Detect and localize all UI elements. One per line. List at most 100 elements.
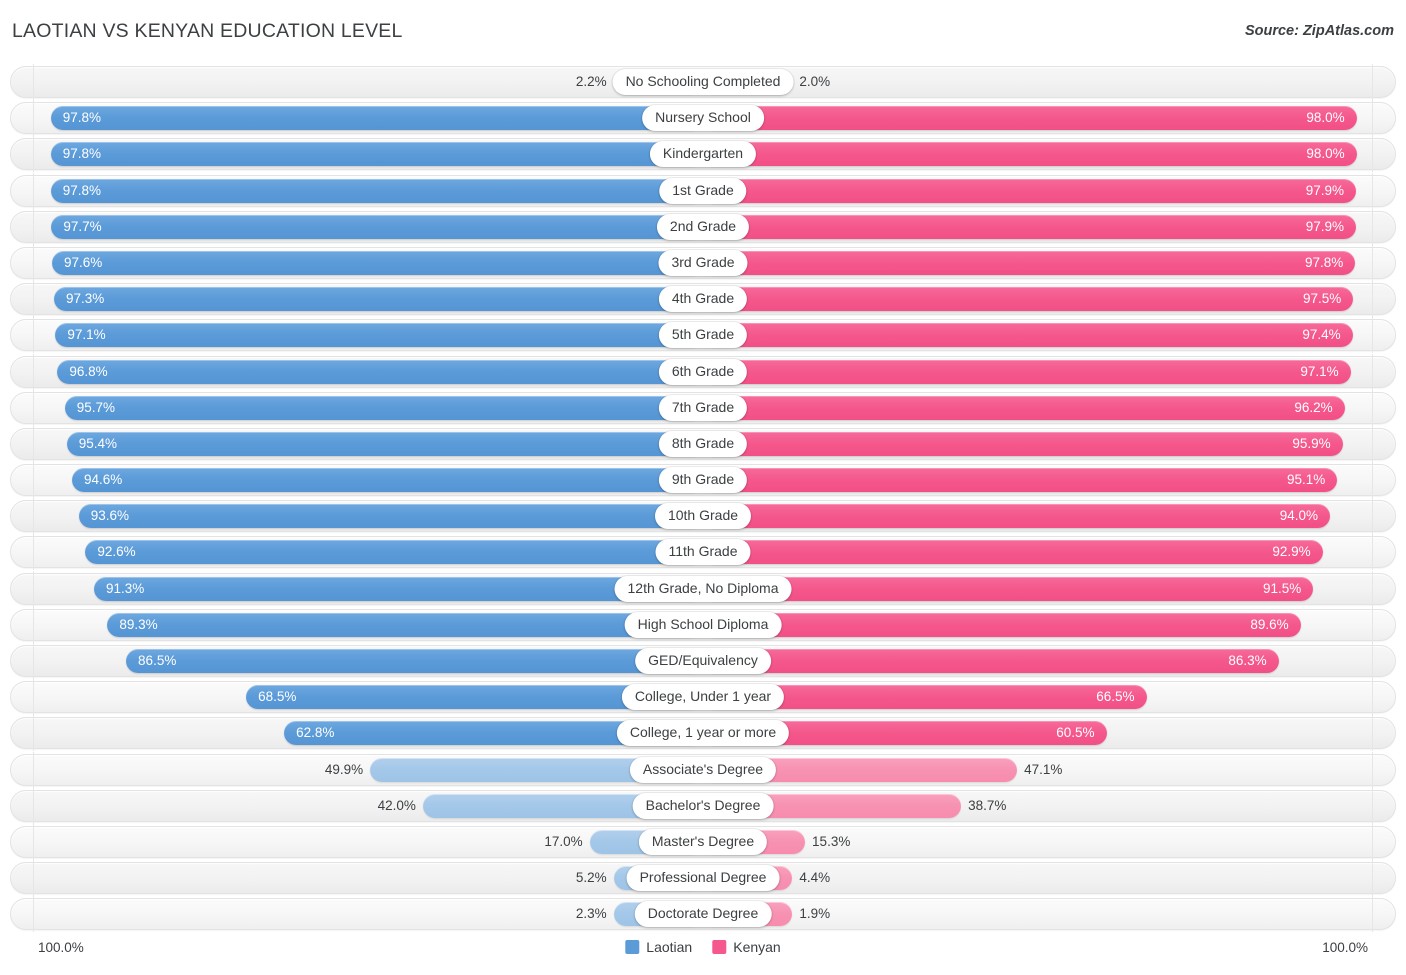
bar-row[interactable]: 97.6% 97.8% 3rd Grade — [0, 244, 1406, 281]
kenyan-bar[interactable] — [703, 649, 1279, 673]
category-label[interactable]: No Schooling Completed — [612, 69, 794, 95]
kenyan-bar[interactable] — [703, 250, 1356, 275]
category-label[interactable]: 8th Grade — [658, 430, 748, 457]
kenyan-bar[interactable] — [703, 359, 1351, 384]
category-label[interactable]: 12th Grade, No Diploma — [614, 575, 792, 602]
kenyan-bar[interactable] — [703, 287, 1354, 312]
legend-item-laotian[interactable]: Laotian — [625, 939, 692, 955]
category-label[interactable]: Doctorate Degree — [634, 901, 772, 928]
laotian-bar[interactable] — [55, 323, 703, 348]
laotian-bar[interactable] — [52, 250, 703, 275]
kenyan-bar[interactable] — [703, 468, 1338, 493]
kenyan-bar[interactable] — [703, 540, 1323, 565]
category-label[interactable]: 4th Grade — [658, 286, 748, 313]
kenyan-bar[interactable] — [703, 504, 1330, 529]
category-label[interactable]: 10th Grade — [654, 503, 752, 530]
category-label[interactable]: Bachelor's Degree — [632, 792, 774, 819]
bar-row[interactable]: 97.7% 97.9% 2nd Grade — [0, 208, 1406, 245]
guide-line-right — [1372, 787, 1373, 824]
laotian-bar[interactable] — [50, 142, 703, 167]
laotian-bar[interactable] — [50, 106, 703, 131]
category-label[interactable]: College, 1 year or more — [616, 720, 790, 747]
laotian-bar-wrap: 97.7% — [51, 211, 703, 243]
kenyan-bar[interactable] — [703, 395, 1345, 420]
bar-row[interactable]: 62.8% 60.5% College, 1 year or more — [0, 715, 1406, 752]
bar-row[interactable]: 97.8% 98.0% Nursery School — [0, 100, 1406, 137]
category-label[interactable]: 9th Grade — [658, 467, 748, 494]
category-label[interactable]: 2nd Grade — [656, 213, 750, 240]
laotian-bar[interactable] — [50, 178, 703, 203]
laotian-bar[interactable] — [107, 612, 703, 637]
bar-row[interactable]: 86.5% 86.3% GED/Equivalency — [0, 643, 1406, 679]
kenyan-bar[interactable] — [703, 576, 1314, 601]
kenyan-bar[interactable] — [703, 431, 1343, 456]
category-label[interactable]: 6th Grade — [658, 358, 748, 385]
laotian-bar[interactable] — [57, 359, 703, 384]
category-label[interactable]: 5th Grade — [658, 322, 748, 349]
guide-line-left — [33, 281, 34, 318]
bar-row[interactable]: 94.6% 95.1% 9th Grade — [0, 462, 1406, 499]
kenyan-bar[interactable] — [703, 142, 1357, 167]
bar-row[interactable]: 97.8% 97.9% 1st Grade — [0, 172, 1406, 209]
bar-row[interactable]: 95.7% 96.2% 7th Grade — [0, 389, 1406, 426]
laotian-bar[interactable] — [64, 395, 703, 420]
bar-row[interactable]: 96.8% 97.1% 6th Grade — [0, 353, 1406, 390]
bar-row[interactable]: 5.2% 4.4% Professional Degree — [0, 860, 1406, 897]
bar-row[interactable]: 93.6% 94.0% 10th Grade — [0, 498, 1406, 535]
category-label[interactable]: Master's Degree — [638, 828, 768, 855]
laotian-bar-wrap: 94.6% — [72, 464, 703, 496]
kenyan-bar[interactable] — [703, 323, 1353, 348]
category-label[interactable]: GED/Equivalency — [635, 648, 771, 674]
category-label[interactable]: Professional Degree — [626, 865, 780, 892]
bar-row[interactable]: 89.3% 89.6% High School Diploma — [0, 606, 1406, 643]
bar-row[interactable]: 97.3% 97.5% 4th Grade — [0, 281, 1406, 318]
category-label[interactable]: Associate's Degree — [629, 756, 777, 783]
row-plot: 95.7% 96.2% 7th Grade — [36, 392, 1370, 424]
kenyan-value-label: 97.1% — [1300, 363, 1339, 379]
laotian-bar[interactable] — [85, 540, 703, 565]
laotian-bar[interactable] — [78, 504, 703, 529]
laotian-bar-wrap: 95.4% — [66, 428, 703, 460]
bar-row[interactable]: 91.3% 91.5% 12th Grade, No Diploma — [0, 570, 1406, 607]
chart-header: LAOTIAN VS KENYAN EDUCATION LEVEL Source… — [0, 0, 1406, 62]
row-plot: 62.8% 60.5% College, 1 year or more — [36, 717, 1370, 749]
bar-row[interactable]: 95.4% 95.9% 8th Grade — [0, 425, 1406, 462]
bar-row[interactable]: 97.8% 98.0% Kindergarten — [0, 136, 1406, 173]
category-label[interactable]: 3rd Grade — [658, 249, 748, 276]
kenyan-bar[interactable] — [703, 214, 1356, 239]
category-label[interactable]: Kindergarten — [649, 141, 757, 168]
kenyan-bar-wrap: 94.0% — [703, 500, 1330, 532]
laotian-bar[interactable] — [72, 468, 703, 493]
legend-item-kenyan[interactable]: Kenyan — [712, 939, 781, 955]
category-label[interactable]: 7th Grade — [658, 394, 748, 421]
kenyan-bar[interactable] — [703, 612, 1301, 637]
laotian-bar[interactable] — [126, 649, 703, 673]
laotian-bar[interactable] — [51, 214, 703, 239]
bar-row[interactable]: 42.0% 38.7% Bachelor's Degree — [0, 787, 1406, 824]
guide-line-left — [33, 860, 34, 897]
laotian-bar[interactable] — [66, 431, 703, 456]
guide-line-left — [33, 751, 34, 788]
bar-row[interactable]: 97.1% 97.4% 5th Grade — [0, 317, 1406, 354]
category-label[interactable]: High School Diploma — [624, 611, 782, 638]
category-label[interactable]: 11th Grade — [655, 539, 751, 566]
guide-line-right — [1372, 462, 1373, 499]
bar-row[interactable]: 49.9% 47.1% Associate's Degree — [0, 751, 1406, 788]
laotian-value-label: 49.9% — [324, 761, 364, 777]
category-label[interactable]: Nursery School — [642, 105, 764, 132]
kenyan-value-label: 98.0% — [1306, 110, 1345, 126]
laotian-value-label: 68.5% — [258, 689, 297, 705]
kenyan-bar[interactable] — [703, 106, 1357, 131]
bar-row[interactable]: 2.3% 1.9% Doctorate Degree — [0, 896, 1406, 933]
bar-row[interactable]: 92.6% 92.9% 11th Grade — [0, 534, 1406, 571]
kenyan-value-label: 38.7% — [968, 797, 1007, 813]
category-label[interactable]: 1st Grade — [659, 177, 747, 204]
laotian-bar[interactable] — [54, 287, 703, 312]
source-attribution: Source: ZipAtlas.com — [1244, 23, 1394, 39]
bar-row[interactable]: 2.2% 2.0% No Schooling Completed — [0, 64, 1406, 100]
category-label[interactable]: College, Under 1 year — [621, 684, 785, 711]
bar-row[interactable]: 68.5% 66.5% College, Under 1 year — [0, 679, 1406, 716]
kenyan-bar[interactable] — [703, 178, 1356, 203]
bar-row[interactable]: 17.0% 15.3% Master's Degree — [0, 823, 1406, 860]
laotian-bar[interactable] — [94, 576, 703, 601]
